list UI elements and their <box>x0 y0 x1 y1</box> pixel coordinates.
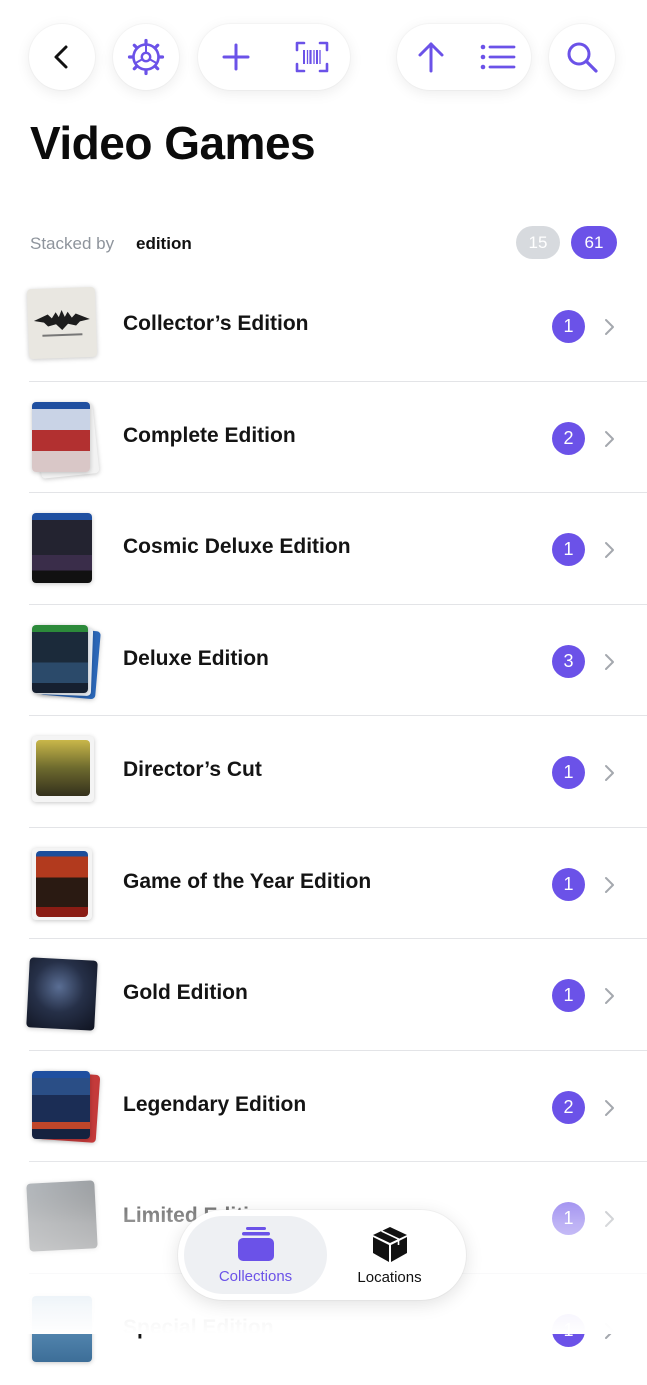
chevron-right-icon <box>602 541 616 559</box>
list-item-label: Special Edition <box>123 1316 274 1340</box>
settings-gear-icon <box>127 38 165 76</box>
tab-collections[interactable]: Collections <box>184 1216 327 1294</box>
list-item[interactable]: Legendary Edition 2 <box>0 1051 647 1163</box>
cover-thumbnail <box>26 1069 104 1145</box>
cover-thumbnail <box>26 288 104 364</box>
count-badge: 1 <box>552 1202 585 1235</box>
barcode-scan-icon <box>295 40 329 74</box>
sort-arrow-up-icon <box>416 40 446 74</box>
list-item-label: Deluxe Edition <box>123 647 269 671</box>
item-count-badge: 61 <box>571 226 617 259</box>
count-badge: 1 <box>552 533 585 566</box>
count-badge: 1 <box>552 1314 585 1347</box>
list-item-label: Collector’s Edition <box>123 312 309 336</box>
list-item-label: Director’s Cut <box>123 758 262 782</box>
chevron-right-icon <box>602 1099 616 1117</box>
list-item[interactable]: Collector’s Edition 1 <box>0 270 647 382</box>
cover-thumbnail <box>26 511 104 587</box>
list-view-icon <box>480 43 516 71</box>
chevron-right-icon <box>602 430 616 448</box>
list-item-label: Legendary Edition <box>123 1093 306 1117</box>
count-badge: 2 <box>552 1091 585 1124</box>
chevron-right-icon <box>602 764 616 782</box>
list-item[interactable]: Gold Edition 1 <box>0 939 647 1051</box>
stacked-by-row: Stacked by edition 15 61 <box>30 226 617 260</box>
count-badge: 3 <box>552 645 585 678</box>
tab-collections-label: Collections <box>219 1268 292 1285</box>
chevron-right-icon <box>602 1322 616 1340</box>
barcode-scan-button[interactable] <box>282 27 342 87</box>
cover-thumbnail <box>26 846 104 922</box>
list-item[interactable]: Complete Edition 2 <box>0 382 647 494</box>
stacked-by-value[interactable]: edition <box>136 234 192 254</box>
tab-locations-label: Locations <box>357 1269 421 1286</box>
add-scan-group <box>198 24 350 90</box>
settings-button[interactable] <box>113 24 179 90</box>
tab-locations[interactable]: Locations <box>319 1216 460 1294</box>
chevron-right-icon <box>602 1210 616 1228</box>
sort-view-group <box>397 24 531 90</box>
list-item-label: Complete Edition <box>123 424 296 448</box>
search-icon <box>565 40 599 74</box>
list-item[interactable]: Director’s Cut 1 <box>0 716 647 828</box>
list-item-label: Game of the Year Edition <box>123 870 371 894</box>
count-badge: 2 <box>552 422 585 455</box>
add-button[interactable] <box>206 27 266 87</box>
add-icon <box>221 42 251 72</box>
cover-thumbnail <box>26 400 104 476</box>
list-item-label: Gold Edition <box>123 981 248 1005</box>
cover-thumbnail <box>26 734 104 810</box>
list-view-button[interactable] <box>468 27 528 87</box>
tab-bar: Collections Locations <box>178 1210 466 1300</box>
cover-thumbnail <box>26 957 104 1033</box>
page-title: Video Games <box>30 116 315 170</box>
box-icon <box>371 1225 409 1263</box>
stacked-by-label: Stacked by <box>30 234 114 254</box>
list-item[interactable]: Cosmic Deluxe Edition 1 <box>0 493 647 605</box>
back-icon <box>47 42 77 72</box>
search-button[interactable] <box>549 24 615 90</box>
stack-count-badge: 15 <box>516 226 560 259</box>
list-item-label: Cosmic Deluxe Edition <box>123 535 351 559</box>
chevron-right-icon <box>602 318 616 336</box>
cover-thumbnail <box>26 1292 104 1368</box>
chevron-right-icon <box>602 653 616 671</box>
chevron-right-icon <box>602 987 616 1005</box>
top-toolbar <box>0 24 647 92</box>
count-badge: 1 <box>552 979 585 1012</box>
list-item[interactable]: Deluxe Edition 3 <box>0 605 647 717</box>
count-badge: 1 <box>552 868 585 901</box>
cover-thumbnail <box>26 1180 104 1256</box>
count-badge: 1 <box>552 756 585 789</box>
list-item[interactable]: Game of the Year Edition 1 <box>0 828 647 940</box>
chevron-right-icon <box>602 876 616 894</box>
back-button[interactable] <box>29 24 95 90</box>
count-badge: 1 <box>552 310 585 343</box>
sort-button[interactable] <box>401 27 461 87</box>
cover-thumbnail <box>26 623 104 699</box>
collections-stack-icon <box>237 1226 275 1262</box>
